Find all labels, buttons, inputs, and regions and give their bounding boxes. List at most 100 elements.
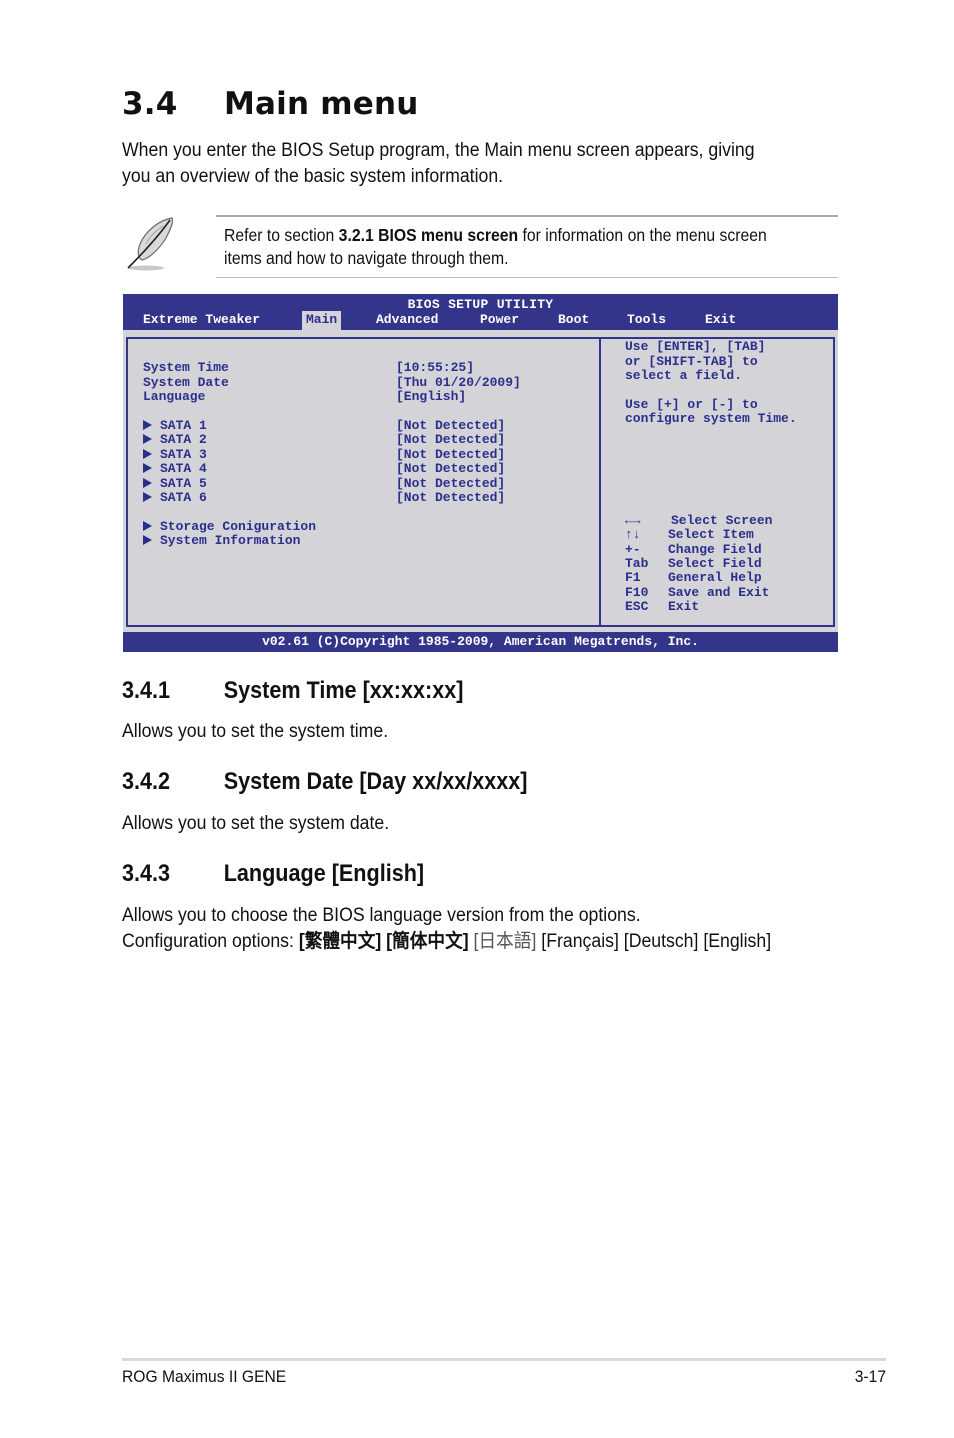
subsection-heading-system-time: 3.4.1 System Time [xx:xx:xx] [122, 677, 463, 705]
subsection-number: 3.4.1 [122, 677, 171, 704]
subsection-title: System Time [xx:xx:xx] [223, 677, 464, 704]
value-sata-3: [Not Detected] [396, 447, 506, 462]
note-line-2: items and how to navigate through them. [224, 248, 509, 268]
key-up-down-icon: ↑↓ [625, 527, 641, 542]
key-f10: F10 [625, 585, 649, 600]
value-system-time[interactable]: [10:55:25] [396, 361, 474, 375]
tab-tools[interactable]: Tools [623, 311, 670, 330]
submenu-arrow-icon [143, 463, 152, 473]
help-line: configure system Time. [625, 411, 797, 426]
section-number: 3.4 [122, 86, 178, 122]
bios-help-panel: Use [ENTER], [TAB] or [SHIFT-TAB] to sel… [599, 337, 835, 627]
subsection-body-system-time: Allows you to set the system time. [122, 721, 389, 742]
value-system-date[interactable]: [Thu 01/20/2009] [396, 376, 521, 390]
section-title: Main menu [224, 86, 419, 122]
page-footer-product: ROG Maximus II GENE [122, 1367, 287, 1386]
item-system-information[interactable]: System Information [143, 534, 300, 548]
sata-label: SATA 1 [160, 418, 207, 433]
item-sata-1[interactable]: SATA 1 [143, 419, 207, 433]
value-sata-2: [Not Detected] [396, 432, 506, 447]
key-action: Select Item [668, 527, 754, 542]
submenu-arrow-icon [143, 434, 152, 444]
option-german: [Deutsch] [623, 931, 699, 952]
options-prefix: Configuration options: [122, 931, 299, 952]
help-line: select a field. [625, 368, 743, 383]
tab-advanced[interactable]: Advanced [372, 311, 442, 330]
key-action: Save and Exit [668, 585, 770, 600]
key-action: Select Field [668, 556, 762, 571]
language-options-line: Configuration options: [繁體中文] [簡体中文] [日本… [122, 929, 771, 955]
item-sata-3[interactable]: SATA 3 [143, 448, 207, 462]
key-action: Exit [668, 599, 700, 614]
submenu-label: Storage Coniguration [160, 519, 317, 534]
submenu-arrow-icon [143, 521, 152, 531]
option-english: [English] [703, 931, 772, 952]
intro-line-2: you an overview of the basic system info… [122, 166, 504, 187]
bios-settings-panel: System Time [10:55:25] System Date [Thu … [126, 337, 601, 627]
option-french: [Français] [541, 931, 619, 952]
value-sata-4: [Not Detected] [396, 461, 506, 476]
help-line: Use [+] or [-] to [625, 397, 758, 412]
subsection-number: 3.4.3 [122, 860, 171, 887]
key-esc: ESC [625, 599, 649, 614]
key-f1: F1 [625, 570, 641, 585]
key-action: Select Screen [671, 513, 773, 528]
subsection-title: Language [English] [223, 860, 425, 887]
tab-boot[interactable]: Boot [554, 311, 593, 330]
tab-exit[interactable]: Exit [701, 311, 740, 330]
note-prefix: Refer to section [224, 225, 339, 245]
sata-label: SATA 2 [160, 432, 207, 447]
page-footer-rule [122, 1358, 886, 1361]
subsection-body-language: Allows you to choose the BIOS language v… [122, 905, 641, 926]
key-plus-minus: +- [625, 542, 641, 557]
option-simplified-chinese: [簡体中文] [386, 931, 469, 952]
item-storage-configuration[interactable]: Storage Coniguration [143, 520, 316, 534]
item-language[interactable]: Language [143, 390, 205, 404]
help-line: Use [ENTER], [TAB] [625, 339, 766, 354]
value-language[interactable]: [English] [396, 390, 466, 404]
key-action: Change Field [668, 542, 762, 557]
submenu-arrow-icon [143, 420, 152, 430]
subsection-body-system-date: Allows you to set the system date. [122, 813, 390, 834]
item-sata-5[interactable]: SATA 5 [143, 477, 207, 491]
tab-main[interactable]: Main [302, 311, 342, 330]
tab-extreme-tweaker[interactable]: Extreme Tweaker [139, 311, 264, 330]
bios-header: BIOS SETUP UTILITY Extreme Tweaker Main … [123, 294, 838, 330]
subsection-heading-language: 3.4.3 Language [English] [122, 860, 424, 888]
submenu-arrow-icon [143, 478, 152, 488]
bios-copyright-footer: v02.61 (C)Copyright 1985-2009, American … [123, 632, 838, 652]
submenu-arrow-icon [143, 492, 152, 502]
note-box: Refer to section 3.2.1 BIOS menu screen … [110, 210, 838, 280]
submenu-arrow-icon [143, 449, 152, 459]
section-heading: 3.4 Main menu [122, 86, 419, 122]
key-action: General Help [668, 570, 762, 585]
key-left-right-icon: ←→ [625, 513, 641, 528]
value-sata-6: [Not Detected] [396, 490, 506, 505]
page-footer-page-number: 3-17 [854, 1367, 886, 1386]
value-sata-5: [Not Detected] [396, 476, 506, 491]
subsection-heading-system-date: 3.4.2 System Date [Day xx/xx/xxxx] [122, 768, 527, 796]
bios-screenshot: BIOS SETUP UTILITY Extreme Tweaker Main … [123, 294, 838, 652]
bios-title: BIOS SETUP UTILITY [407, 297, 554, 312]
option-japanese: [日本語] [473, 931, 537, 952]
note-suffix: for information on the menu screen [518, 225, 767, 245]
submenu-arrow-icon [143, 535, 152, 545]
feather-icon [127, 217, 174, 271]
item-system-date[interactable]: System Date [143, 376, 229, 390]
item-sata-4[interactable]: SATA 4 [143, 462, 207, 476]
item-sata-6[interactable]: SATA 6 [143, 491, 207, 505]
sata-label: SATA 5 [160, 476, 207, 491]
subsection-title: System Date [Day xx/xx/xxxx] [223, 768, 528, 795]
tab-power[interactable]: Power [476, 311, 523, 330]
note-rule-bottom [216, 277, 838, 278]
intro-line-1: When you enter the BIOS Setup program, t… [122, 140, 755, 161]
item-sata-2[interactable]: SATA 2 [143, 433, 207, 447]
item-system-time[interactable]: System Time [143, 361, 229, 375]
value-sata-1: [Not Detected] [396, 418, 506, 433]
sata-label: SATA 4 [160, 461, 207, 476]
option-traditional-chinese: [繁體中文] [298, 931, 382, 952]
note-section-ref: 3.2.1 BIOS menu screen [338, 225, 519, 245]
sata-label: SATA 6 [160, 490, 207, 505]
note-rule-top [216, 215, 838, 217]
subsection-number: 3.4.2 [122, 768, 171, 795]
